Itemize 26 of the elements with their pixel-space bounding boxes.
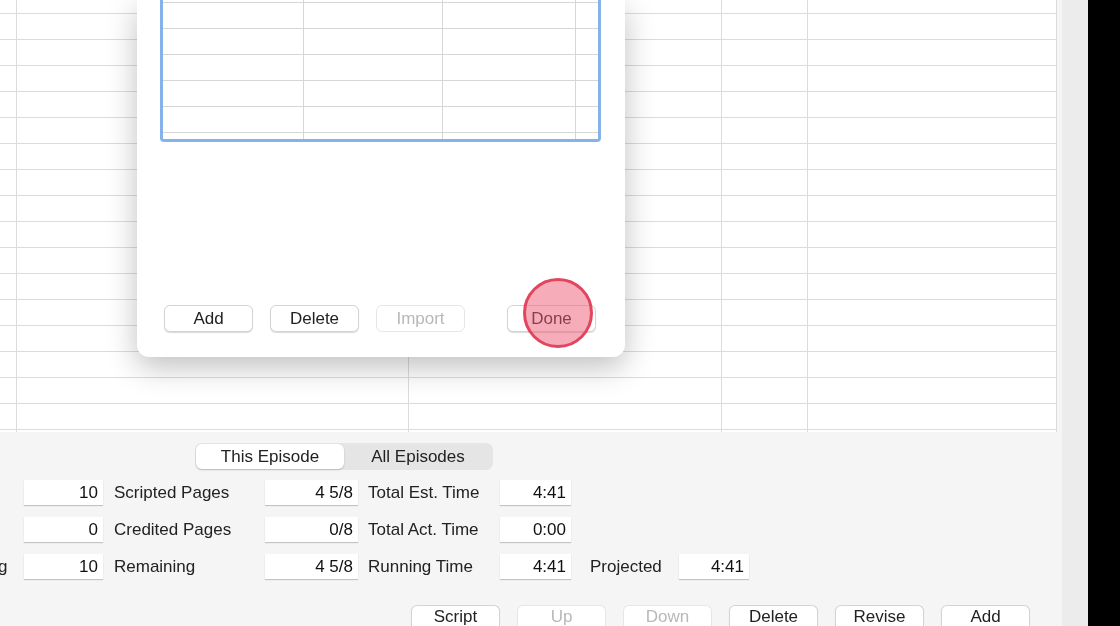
stat-label: Credited Pages [113,519,233,540]
scope-tab[interactable]: This Episode [196,444,344,469]
time-field[interactable]: 4:41 [500,480,571,505]
action-button[interactable]: Revise [835,605,924,626]
stat-label: Running Time [367,556,474,577]
action-button[interactable]: Delete [729,605,818,626]
stat-label: Remaining [113,556,197,577]
dialog-button[interactable]: Add [164,305,253,332]
action-button[interactable]: Script [411,605,500,626]
stat-label: Total Est. Time [367,482,481,503]
time-field[interactable]: 4:41 [500,554,571,579]
stat-label: Total Act. Time [367,519,480,540]
pages-field[interactable]: 4 5/8 [265,554,358,579]
time-field[interactable]: 0:00 [500,517,571,542]
scope-tab[interactable]: All Episodes [344,444,492,469]
pages-field[interactable]: 0/8 [265,517,358,542]
stat-label: Projected [589,556,663,577]
time-field[interactable]: 4:41 [679,554,749,579]
dialog-button[interactable]: Delete [270,305,359,332]
count-field[interactable]: 0 [24,517,103,542]
count-field[interactable]: 10 [24,480,103,505]
dialog-button[interactable]: Done [507,305,596,332]
stat-label: Scripted Pages [113,482,231,503]
action-button[interactable]: Add [941,605,1030,626]
pages-field[interactable]: 4 5/8 [265,480,358,505]
count-field[interactable]: 10 [24,554,103,579]
